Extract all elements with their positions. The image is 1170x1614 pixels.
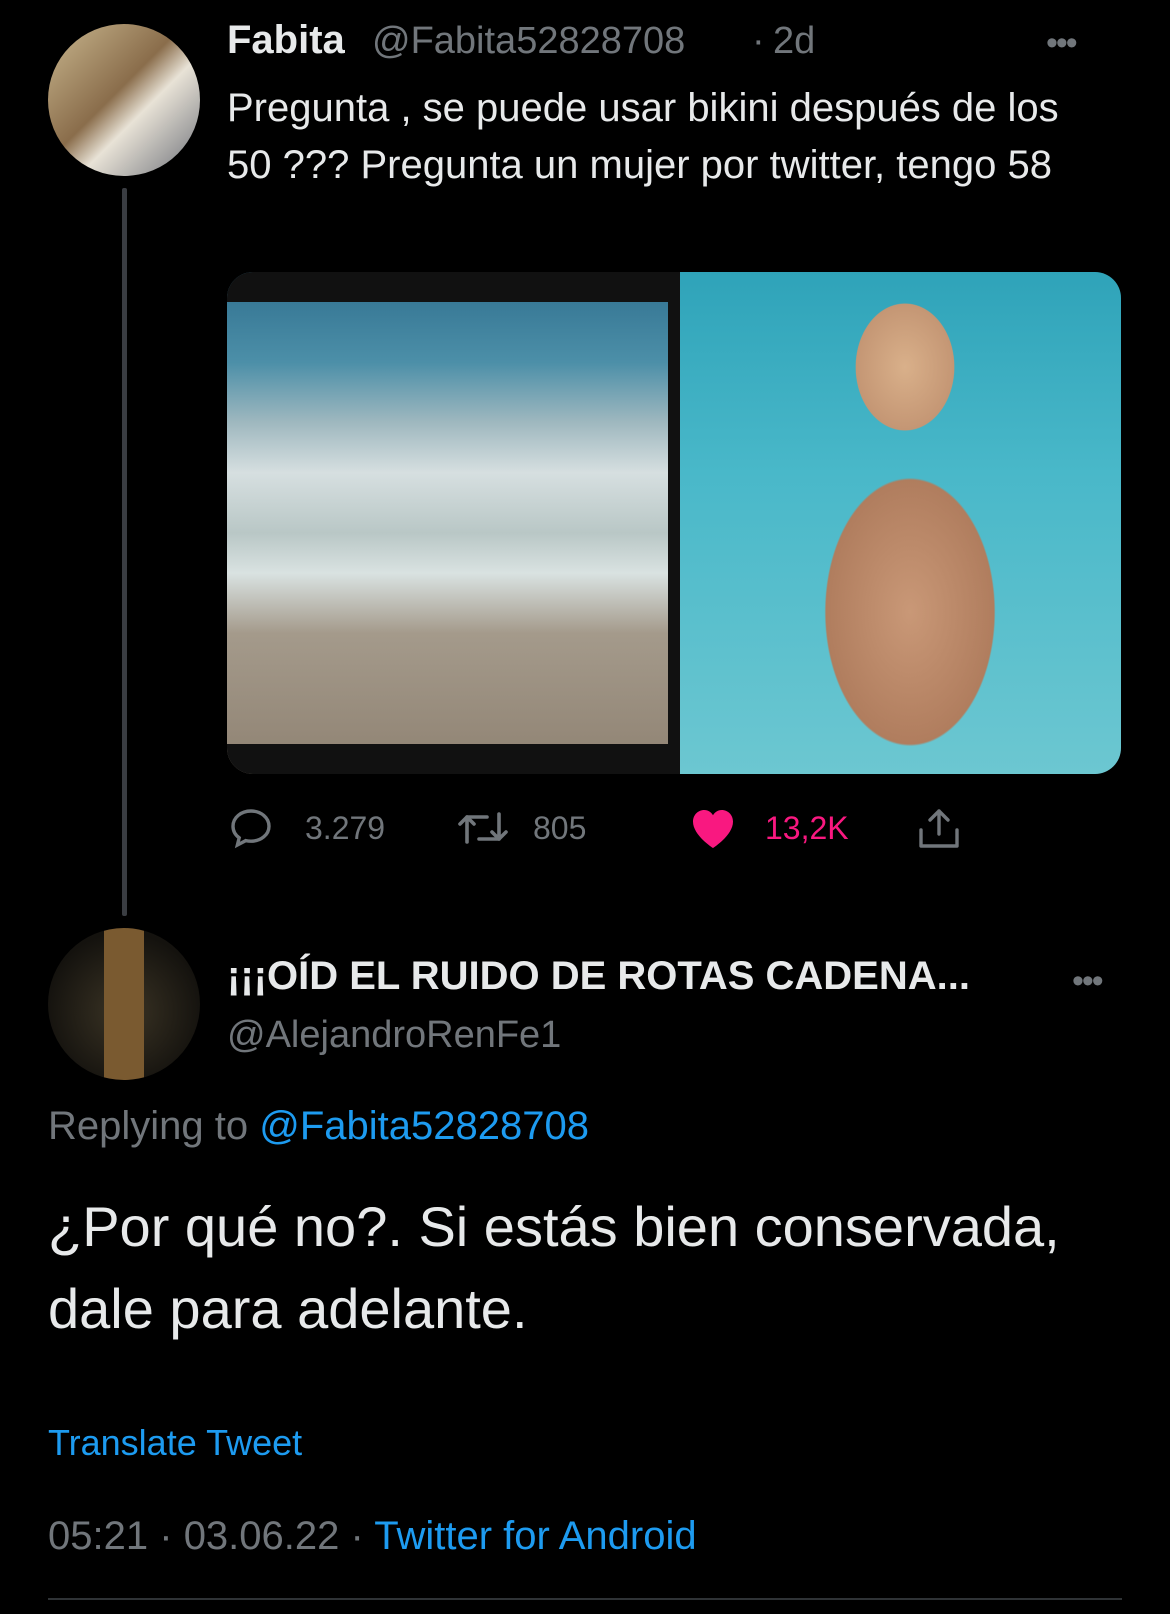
more-options-icon[interactable]: •••	[1046, 24, 1078, 63]
tweet-text: Pregunta , se puede usar bikini después …	[227, 86, 1059, 187]
reply-time[interactable]: 05:21	[48, 1514, 148, 1558]
heart-icon[interactable]	[687, 804, 739, 852]
reply-author-handle[interactable]: @AlejandroRenFe1	[227, 1014, 561, 1057]
retweet-icon[interactable]	[455, 806, 511, 850]
divider	[48, 1598, 1122, 1600]
separator: ·	[752, 20, 765, 62]
reply-author-name[interactable]: ¡¡¡OÍD EL RUIDO DE ROTAS CADENA...	[227, 954, 970, 999]
replying-to-link[interactable]: @Fabita52828708	[259, 1104, 589, 1148]
reply-more-options-icon[interactable]: •••	[1072, 962, 1104, 1001]
meta-separator: ·	[159, 1514, 173, 1558]
tweet-media[interactable]	[227, 272, 1121, 774]
reply-date[interactable]: 03.06.22	[184, 1514, 340, 1558]
reply-avatar[interactable]	[48, 928, 200, 1080]
like-count[interactable]: 13,2K	[765, 810, 849, 847]
meta-separator-2: ·	[350, 1514, 364, 1558]
tweet-time[interactable]: 2d	[773, 20, 815, 63]
source-link[interactable]: Twitter for Android	[374, 1514, 696, 1558]
retweet-count[interactable]: 805	[533, 810, 586, 847]
tweet-meta: 05:21 · 03.06.22 · Twitter for Android	[48, 1514, 697, 1559]
replying-to: Replying to @Fabita52828708	[48, 1104, 589, 1149]
share-icon[interactable]	[915, 806, 963, 852]
author-handle[interactable]: @Fabita52828708	[372, 20, 685, 63]
reply-text: ¿Por qué no?. Si estás bien conservada, …	[48, 1195, 1060, 1340]
tweet-photo-2[interactable]	[680, 272, 1121, 774]
replying-prefix: Replying to	[48, 1104, 249, 1148]
tweet-photo-1[interactable]	[227, 272, 668, 774]
translate-tweet-link[interactable]: Translate Tweet	[48, 1422, 302, 1464]
author-name[interactable]: Fabita	[227, 18, 345, 63]
thread-connector	[122, 188, 127, 916]
avatar[interactable]	[48, 24, 200, 176]
reply-icon[interactable]	[227, 806, 275, 850]
reply-count[interactable]: 3.279	[305, 810, 385, 847]
